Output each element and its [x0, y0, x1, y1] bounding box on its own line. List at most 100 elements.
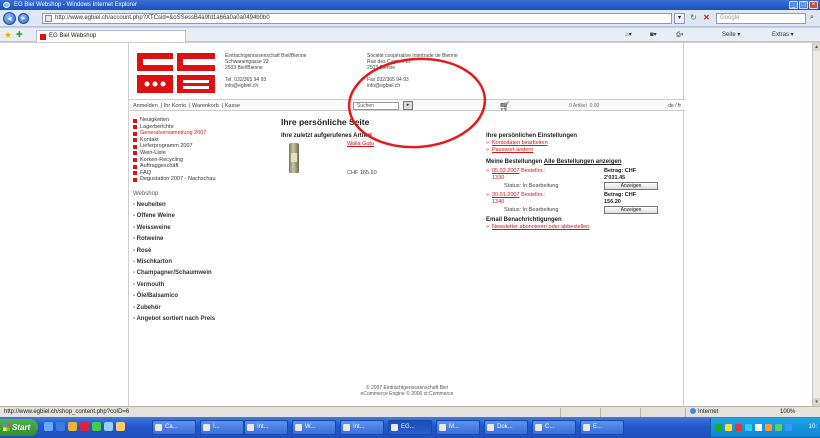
product-link[interactable]: Walla Gutu [347, 141, 374, 147]
link-anmelden[interactable]: Anmelden [133, 103, 158, 109]
scroll-down-arrow[interactable]: ▾ [813, 398, 820, 406]
newsletter-link[interactable]: Newsletter abonnieren oder abbestellen [486, 224, 681, 231]
scroll-up-arrow[interactable]: ▴ [813, 43, 820, 51]
quicklaunch-app-icon[interactable] [104, 422, 113, 431]
link-ihr-konto[interactable]: Ihr Konto [164, 103, 186, 109]
site-search-input[interactable]: Suchen [353, 102, 399, 110]
security-zone[interactable]: Internet [690, 407, 718, 417]
home-icon[interactable]: ⌂▾ [625, 30, 632, 40]
tray-network-icon[interactable] [715, 424, 722, 431]
tray-app-icon[interactable] [725, 424, 732, 431]
quicklaunch-app-icon[interactable] [116, 422, 125, 431]
category-item[interactable]: Öle/Balsamico [133, 291, 273, 302]
category-item[interactable]: Neuheiten [133, 200, 273, 211]
taskbar-window-button[interactable]: Int... [340, 420, 384, 435]
windows-taskbar: Start Ca... I... Int... W... Int... EG... M...… [0, 417, 820, 438]
show-order-button[interactable]: Anzeigen [604, 182, 658, 190]
back-button[interactable]: ◂ [3, 12, 16, 25]
start-button[interactable]: Start [0, 419, 38, 436]
home-dropdown[interactable]: ▾ [629, 32, 632, 38]
sidebar-news-item[interactable]: Degustation 2007 - Nachschau [133, 176, 273, 183]
category-item[interactable]: Zubehör [133, 303, 273, 314]
quicklaunch-folder-icon[interactable] [68, 422, 77, 431]
taskbar-window-button[interactable]: Int... [244, 420, 288, 435]
cart-summary[interactable]: 0 Artikel 0.00 [569, 102, 599, 110]
sidebar-news-item[interactable]: Wein-Liste [133, 150, 273, 157]
search-icon[interactable]: ⌕ [806, 13, 818, 24]
quicklaunch-media-icon[interactable] [80, 422, 89, 431]
page-menu-button[interactable]: Seite ▾ [722, 30, 740, 40]
order-status: Status: In Bearbeitung [504, 183, 559, 189]
tray-app-icon[interactable] [745, 424, 752, 431]
zone-label: Internet [698, 409, 719, 415]
tray-volume-icon[interactable] [775, 424, 782, 431]
taskbar-window-button[interactable]: W... [292, 420, 336, 435]
category-item[interactable]: Angebot sortiert nach Preis [133, 314, 273, 325]
tab-eg-biel-webshop[interactable]: EG Biel Webshop [36, 30, 186, 42]
print-icon[interactable]: ⎙▾ [676, 30, 683, 40]
category-item[interactable]: Mischkarton [133, 257, 273, 268]
shopping-cart-icon[interactable]: 🛒︎ [499, 101, 510, 111]
category-item[interactable]: Rosé [133, 246, 273, 257]
language-switch[interactable]: de / fr [668, 102, 681, 110]
close-button[interactable]: × [809, 1, 818, 9]
tray-app-icon[interactable] [785, 424, 792, 431]
minimize-button[interactable]: _ [789, 1, 798, 9]
sidebar-news-item[interactable]: Lieferprogramm 2007 [133, 143, 273, 150]
address-dropdown-button[interactable]: ▾ [674, 13, 685, 24]
tray-app-icon[interactable] [755, 424, 762, 431]
change-password-link[interactable]: Passwort ändern [486, 147, 681, 154]
taskbar-window-button[interactable]: C... [532, 420, 576, 435]
taskbar-window-button[interactable]: EG... [388, 420, 432, 435]
add-favorites-icon[interactable]: ✚ [16, 30, 23, 40]
quicklaunch-app-icon[interactable] [92, 422, 101, 431]
stop-icon[interactable]: ✕ [701, 13, 712, 24]
order-date-link[interactable]: 30.01.2007 [492, 192, 520, 198]
category-item[interactable]: Rotweine [133, 234, 273, 245]
site-search-button[interactable]: ▸ [403, 101, 413, 110]
quicklaunch-desktop-icon[interactable] [44, 422, 53, 431]
order-date-link[interactable]: 05.02.2007 [492, 168, 520, 174]
taskbar-window-button[interactable]: I... [200, 420, 244, 435]
vertical-scrollbar[interactable]: ▴ ▾ [812, 43, 820, 406]
address-input[interactable]: http://www.egbiel.ch/account.php?XTCsid=… [42, 13, 672, 24]
order-date-nr: 05.02.2007 Bestellnr.: 1330 [486, 168, 545, 181]
category-item[interactable]: Vermouth [133, 280, 273, 291]
eg-logo[interactable] [137, 53, 215, 93]
taskbar-window-button[interactable]: M... [436, 420, 480, 435]
taskbar-clock[interactable]: 10: [809, 418, 817, 437]
edit-account-link[interactable]: Kontodaten bearbeiten [486, 140, 681, 147]
link-kasse[interactable]: Kasse [225, 103, 240, 109]
maximize-button[interactable]: □ [799, 1, 808, 9]
taskbar-window-button[interactable]: Ca... [152, 420, 196, 435]
tools-menu-button[interactable]: Extras ▾ [772, 30, 794, 40]
sidebar-news-item[interactable]: FAQ [133, 170, 273, 177]
forward-button[interactable]: ▸ [18, 13, 29, 24]
sidebar-news-item[interactable]: Korken-Recycling [133, 157, 273, 164]
tray-app-icon[interactable] [765, 424, 772, 431]
sidebar-news-item[interactable]: Generalversammlung 2007 [133, 130, 273, 137]
sidebar-news-item[interactable]: Kontakt [133, 137, 273, 144]
quicklaunch-ie-icon[interactable] [56, 422, 65, 431]
category-item[interactable]: Weissweine [133, 223, 273, 234]
zoom-level[interactable]: 100% [780, 407, 795, 417]
all-orders-link[interactable]: Alle Bestellungen anzeigen [544, 159, 622, 165]
sidebar-news-item[interactable]: Neuigkeiten [133, 117, 273, 124]
taskbar-window-button[interactable]: Dok... [484, 420, 528, 435]
taskbar-window-button[interactable]: E... [580, 420, 624, 435]
feeds-icon[interactable]: ◙▾ [650, 30, 657, 40]
favorites-star-icon[interactable]: ★ [4, 30, 12, 40]
product-bottle-image[interactable] [289, 143, 299, 173]
refresh-icon[interactable]: ↻ [688, 13, 699, 24]
sidebar-news-item[interactable]: Lagerberichte [133, 124, 273, 131]
print-dropdown[interactable]: ▾ [681, 32, 684, 38]
link-warenkorb[interactable]: Warenkorb [192, 103, 219, 109]
sidebar-news-item[interactable]: Auftraggeschäft [133, 163, 273, 170]
page-icon [45, 15, 52, 22]
feeds-dropdown[interactable]: ▾ [654, 32, 657, 38]
category-item[interactable]: Offene Weine [133, 211, 273, 222]
category-item[interactable]: Champagner/Schaumwein [133, 268, 273, 279]
tray-app-icon[interactable] [735, 424, 742, 431]
show-order-button[interactable]: Anzeigen [604, 206, 658, 214]
browser-search-input[interactable]: Google [716, 13, 806, 24]
